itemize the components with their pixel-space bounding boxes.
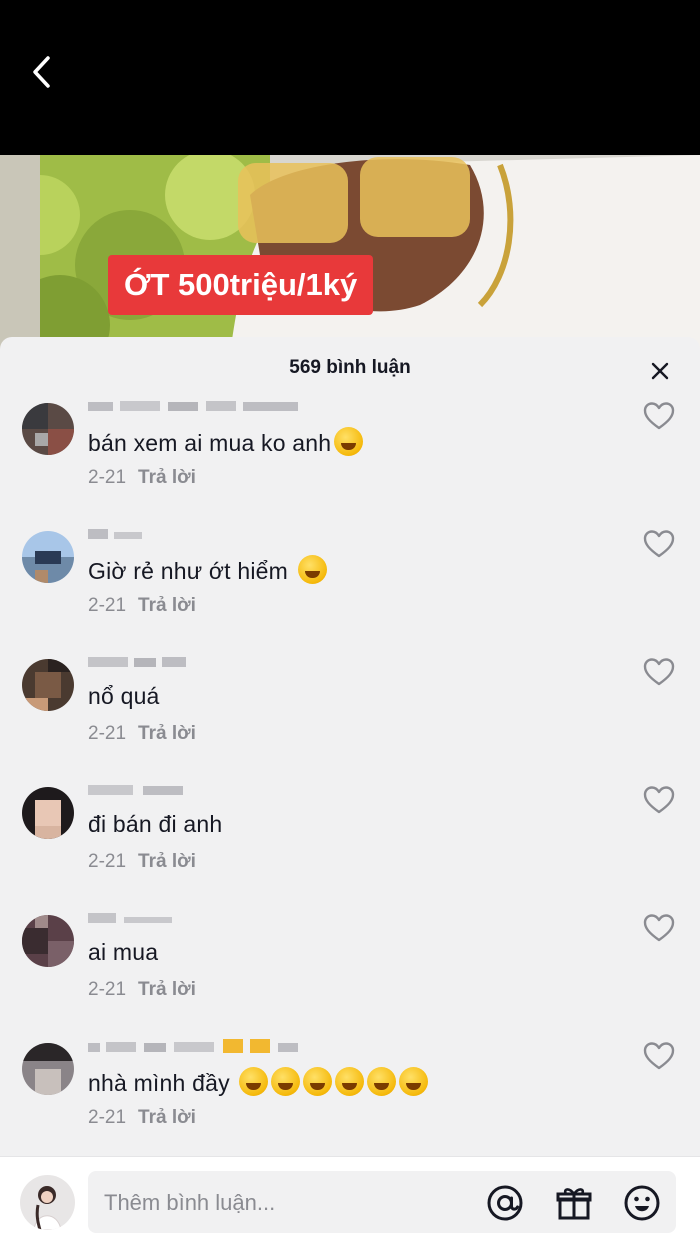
close-icon[interactable]: [648, 359, 672, 383]
username-blurred[interactable]: [88, 655, 188, 669]
comment-date: 2-21: [88, 851, 127, 872]
comment-item: bán xem ai mua ko anh 2-21 Trả lời: [0, 399, 700, 527]
comment-item: Giờ rẻ như ớt hiểm 2-21 Trả lời: [0, 527, 700, 655]
heart-icon[interactable]: [643, 529, 675, 559]
comment-text: đi bán đi anh: [88, 811, 223, 837]
heart-icon[interactable]: [643, 657, 675, 687]
comment-item: ai mua 2-21 Trả lời: [0, 911, 700, 1039]
reply-button[interactable]: Trả lời: [138, 979, 196, 1000]
username-blurred[interactable]: [88, 399, 303, 413]
back-icon[interactable]: [22, 50, 62, 94]
sweat-smile-emoji: [367, 1067, 397, 1096]
top-bar: [0, 0, 700, 155]
emoji-icon[interactable]: [623, 1184, 661, 1222]
comment-date: 2-21: [88, 723, 127, 744]
sweat-smile-emoji: [335, 1067, 365, 1096]
username-blurred[interactable]: [88, 527, 148, 541]
avatar[interactable]: [22, 403, 74, 455]
comment-text: nhà mình đầy: [88, 1067, 429, 1097]
joy-emoji: [297, 555, 327, 584]
avatar[interactable]: [22, 531, 74, 583]
video-preview[interactable]: ỚT 500triệu/1ký: [0, 155, 700, 355]
comment-count-title: 569 bình luận: [289, 357, 411, 378]
gift-icon[interactable]: [555, 1184, 593, 1222]
comment-item: đi bán đi anh 2-21 Trả lời: [0, 783, 700, 911]
sweat-smile-emoji: [239, 1067, 269, 1096]
heart-icon[interactable]: [643, 1041, 675, 1071]
rofl-emoji: [334, 427, 364, 456]
comment-meta: 2-21 Trả lời: [88, 1107, 196, 1129]
comment-item: nổ quá 2-21 Trả lời: [0, 655, 700, 783]
comment-meta: 2-21 Trả lời: [88, 467, 196, 489]
comment-item: nhà mình đầy 2-21 Trả lời: [0, 1039, 700, 1167]
reply-button[interactable]: Trả lời: [138, 723, 196, 744]
comment-text: bán xem ai mua ko anh: [88, 427, 364, 457]
reply-button[interactable]: Trả lời: [138, 1107, 196, 1128]
comment-date: 2-21: [88, 467, 127, 488]
comment-text: nổ quá: [88, 683, 160, 709]
comment-text: Giờ rẻ như ớt hiểm: [88, 555, 327, 585]
username-blurred[interactable]: [88, 911, 178, 925]
comment-composer: [0, 1156, 700, 1245]
comment-date: 2-21: [88, 1107, 127, 1128]
comment-date: 2-21: [88, 979, 127, 1000]
avatar[interactable]: [22, 659, 74, 711]
comment-meta: 2-21 Trả lời: [88, 979, 196, 1001]
comment-meta: 2-21 Trả lời: [88, 723, 196, 745]
sweat-smile-emoji: [271, 1067, 301, 1096]
comment-date: 2-21: [88, 595, 127, 616]
reply-button[interactable]: Trả lời: [138, 467, 196, 488]
avatar[interactable]: [22, 1043, 74, 1095]
heart-icon[interactable]: [643, 401, 675, 431]
sweat-smile-emoji: [303, 1067, 333, 1096]
avatar[interactable]: [20, 1175, 75, 1230]
comments-sheet: 569 bình luận bán xem ai mua ko anh 2-21…: [0, 337, 700, 1244]
comment-text: ai mua: [88, 939, 159, 965]
heart-icon[interactable]: [643, 913, 675, 943]
reply-button[interactable]: Trả lời: [138, 851, 196, 872]
video-caption: ỚT 500triệu/1ký: [108, 255, 374, 315]
comment-meta: 2-21 Trả lời: [88, 851, 196, 873]
comment-input-box: [88, 1171, 676, 1235]
at-icon[interactable]: [486, 1184, 524, 1222]
username-blurred[interactable]: [88, 1039, 303, 1053]
avatar[interactable]: [22, 915, 74, 967]
heart-icon[interactable]: [643, 785, 675, 815]
comment-meta: 2-21 Trả lời: [88, 595, 196, 617]
reply-button[interactable]: Trả lời: [138, 595, 196, 616]
sweat-smile-emoji: [399, 1067, 429, 1096]
avatar[interactable]: [22, 787, 74, 839]
username-blurred[interactable]: [88, 783, 188, 797]
comment-input[interactable]: [102, 1171, 476, 1235]
